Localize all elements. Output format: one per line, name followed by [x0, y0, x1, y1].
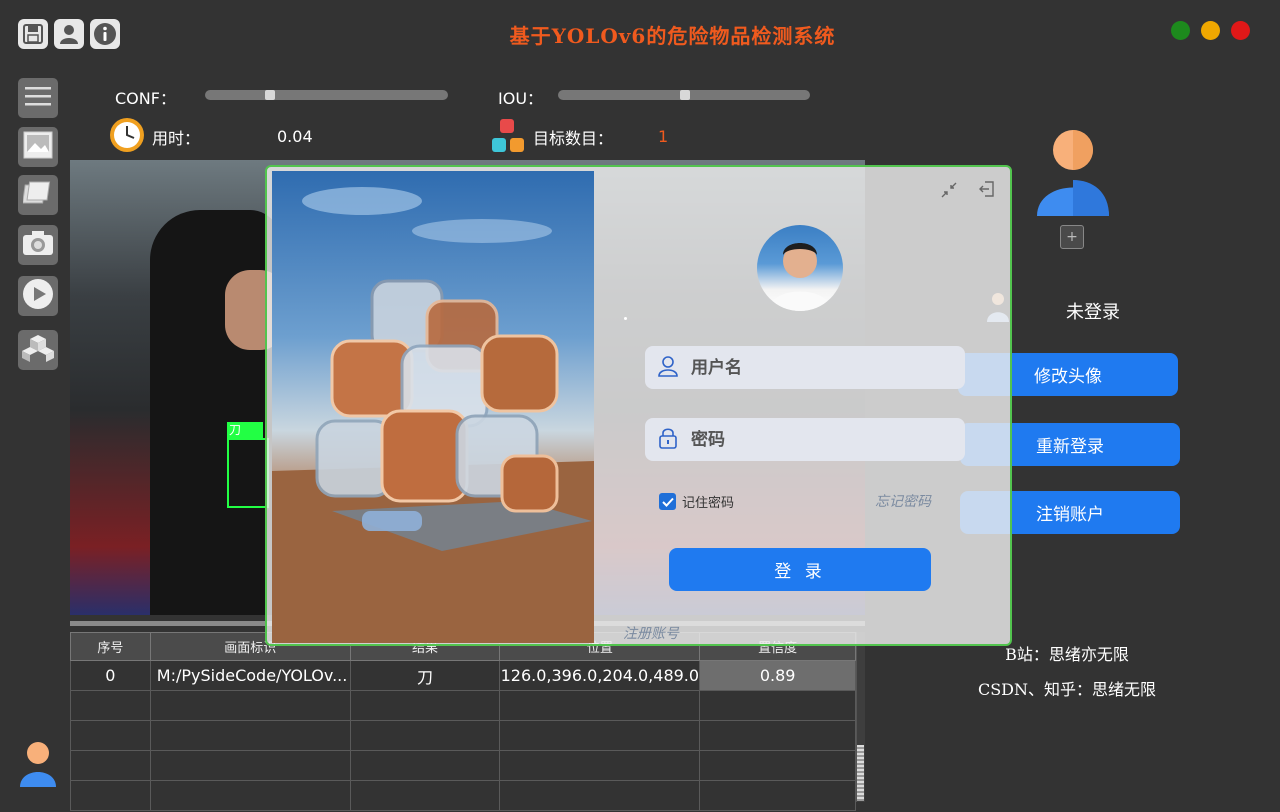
- detection-label: 刀: [227, 422, 263, 438]
- cell: [499, 690, 701, 721]
- register-link[interactable]: 注册账号: [623, 623, 679, 643]
- username-input[interactable]: [691, 357, 941, 378]
- username-field[interactable]: [645, 346, 965, 389]
- iou-slider[interactable]: [558, 90, 810, 100]
- cell-position: 126.0,396.0,204.0,489.0: [499, 660, 701, 691]
- cell: [699, 750, 856, 781]
- cubes-icon: [22, 333, 54, 367]
- time-label: 用时：: [152, 129, 201, 148]
- run-button[interactable]: [18, 276, 58, 316]
- open-folder-button[interactable]: [18, 175, 58, 215]
- cell: [699, 720, 856, 751]
- avatar-small-icon[interactable]: [19, 741, 57, 791]
- table-row[interactable]: 0 M:/PySideCode/YOLOv... 刀 126.0,396.0,2…: [70, 660, 856, 691]
- cell: [70, 750, 151, 781]
- open-camera-button[interactable]: [18, 225, 58, 265]
- camera-icon: [22, 230, 54, 260]
- conf-slider-handle[interactable]: [265, 90, 275, 100]
- user-avatar: [1037, 130, 1109, 222]
- image-icon: [23, 131, 53, 163]
- time-value: 0.04: [277, 127, 313, 146]
- cell: [149, 780, 351, 811]
- cell: [349, 780, 501, 811]
- cell: [149, 750, 351, 781]
- table-row[interactable]: [70, 780, 856, 811]
- app-title: 基于YOLOv6的危险物品检测系统: [509, 24, 836, 48]
- cell: [149, 720, 351, 751]
- dialog-avatar: [757, 225, 843, 311]
- change-avatar-icon[interactable]: +: [1060, 225, 1084, 249]
- password-input[interactable]: [691, 429, 941, 450]
- model-button[interactable]: [18, 330, 58, 370]
- table-row[interactable]: [70, 720, 856, 751]
- cell: [499, 750, 701, 781]
- conf-label: CONF：: [115, 89, 176, 108]
- footer-csdn: CSDN、知乎：思绪无限: [977, 680, 1157, 699]
- password-field[interactable]: [645, 418, 965, 461]
- minimize-button[interactable]: [1201, 21, 1220, 40]
- user-outline-icon: [657, 355, 679, 381]
- login-button[interactable]: 登 录: [669, 548, 931, 591]
- cell: [699, 780, 856, 811]
- login-status: 未登录: [1066, 302, 1120, 323]
- close-button[interactable]: [1231, 21, 1250, 40]
- play-icon: [22, 278, 54, 314]
- results-table: 序号 画面标识 结果 位置 置信度 0 M:/PySideCode/YOLOv.…: [70, 632, 856, 811]
- cell: [70, 690, 151, 721]
- remember-password[interactable]: 记住密码: [659, 492, 734, 511]
- cell: [699, 690, 856, 721]
- cell: [499, 780, 701, 811]
- menu-button[interactable]: [18, 78, 58, 118]
- iou-label: IOU：: [498, 89, 544, 108]
- cell: [149, 690, 351, 721]
- folder-icon: [22, 179, 53, 211]
- clock-icon: [109, 117, 145, 157]
- table-row[interactable]: [70, 750, 856, 781]
- login-dialog: 记住密码 忘记密码 登 录 注册账号: [265, 165, 1012, 646]
- cell: [70, 780, 151, 811]
- cell: [349, 720, 501, 751]
- remember-checkbox[interactable]: [659, 493, 676, 510]
- forgot-password-link[interactable]: 忘记密码: [875, 491, 931, 511]
- detection-box: [227, 438, 269, 508]
- cell: [349, 690, 501, 721]
- conf-slider[interactable]: [205, 90, 448, 100]
- dot-decoration: [624, 317, 627, 320]
- table-row[interactable]: [70, 690, 856, 721]
- col-index[interactable]: 序号: [70, 632, 151, 661]
- table-scrollbar-thumb[interactable]: [857, 745, 864, 801]
- cell: [499, 720, 701, 751]
- lock-icon: [657, 427, 679, 453]
- count-value: 1: [658, 127, 669, 146]
- minimize-dialog-icon[interactable]: [940, 181, 958, 203]
- maximize-button[interactable]: [1171, 21, 1190, 40]
- cell-confidence: 0.89: [699, 660, 856, 691]
- login-illustration: [272, 171, 594, 643]
- count-label: 目标数目：: [533, 129, 614, 148]
- cell-result: 刀: [349, 660, 501, 691]
- cell-index: 0: [70, 660, 151, 691]
- cell: [70, 720, 151, 751]
- menu-icon: [25, 85, 51, 111]
- cell: [349, 750, 501, 781]
- dice-icon: [490, 118, 528, 160]
- exit-dialog-icon[interactable]: [978, 180, 996, 202]
- cell-source: M:/PySideCode/YOLOv...: [149, 660, 351, 691]
- open-image-button[interactable]: [18, 127, 58, 167]
- iou-slider-handle[interactable]: [680, 90, 690, 100]
- remember-label: 记住密码: [682, 496, 735, 511]
